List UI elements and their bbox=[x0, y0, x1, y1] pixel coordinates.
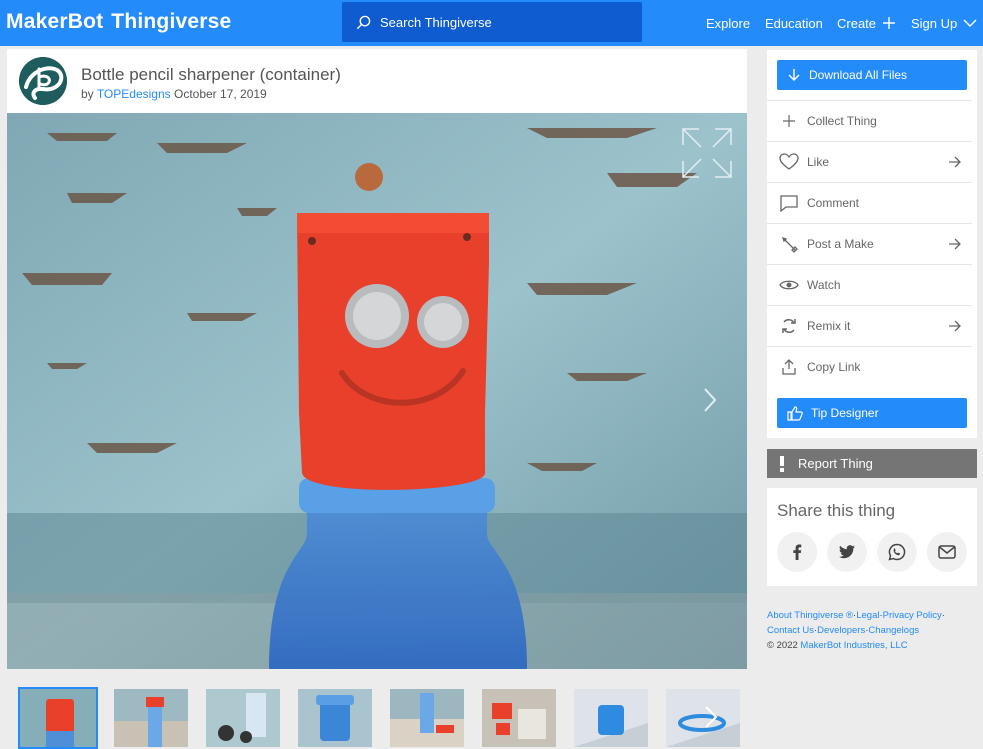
remix-icon bbox=[782, 319, 796, 333]
chevron-down-icon bbox=[963, 19, 977, 27]
nav-create[interactable]: Create bbox=[837, 0, 896, 46]
download-label: Download All Files bbox=[809, 68, 908, 82]
plus-icon bbox=[783, 115, 795, 127]
share-panel: Share this thing bbox=[767, 488, 977, 586]
footer-line-2: Contact Us·Developers·Changelogs bbox=[767, 625, 920, 636]
by-label: by bbox=[81, 87, 94, 101]
makerbot-thingiverse-logo[interactable]: MakerBot Thingiverse bbox=[6, 8, 231, 36]
designer-logo-icon bbox=[19, 57, 67, 105]
report-thing-button[interactable]: Report Thing bbox=[767, 449, 977, 478]
next-image-icon[interactable] bbox=[703, 387, 717, 413]
search-icon bbox=[356, 15, 371, 29]
share-facebook-button[interactable] bbox=[777, 532, 817, 572]
thumbnail-2[interactable] bbox=[114, 689, 188, 747]
thumbnail-6[interactable] bbox=[482, 689, 556, 747]
remix-button[interactable]: Remix it bbox=[767, 305, 972, 346]
make-tool-icon bbox=[781, 236, 798, 253]
thumbnail-3[interactable] bbox=[206, 689, 280, 747]
search-input[interactable]: Search Thingiverse bbox=[342, 2, 642, 42]
publish-date: October 17, 2019 bbox=[173, 87, 267, 101]
comment-icon bbox=[780, 195, 798, 212]
report-label: Report Thing bbox=[798, 456, 873, 471]
heart-icon bbox=[779, 153, 799, 170]
copy-link-label: Copy Link bbox=[807, 360, 861, 374]
plus-icon bbox=[883, 17, 896, 29]
thumbnail-8[interactable] bbox=[666, 689, 740, 747]
comment-label: Comment bbox=[807, 196, 860, 210]
tip-designer-button[interactable]: Tip Designer bbox=[777, 398, 967, 428]
share-whatsapp-button[interactable] bbox=[877, 532, 917, 572]
nav-create-label: Create bbox=[837, 15, 877, 31]
logo-makerbot-text: MakerBot bbox=[6, 10, 104, 33]
facebook-icon bbox=[793, 544, 802, 560]
nav-signup[interactable]: Sign Up bbox=[911, 0, 977, 46]
share-email-button[interactable] bbox=[927, 532, 967, 572]
copy-link-button[interactable]: Copy Link bbox=[767, 346, 972, 387]
thing-header: Bottle pencil sharpener (container) by T… bbox=[7, 49, 747, 113]
footer-developers-link[interactable]: Developers bbox=[817, 625, 865, 636]
footer-copyright: © 2022 bbox=[767, 640, 798, 651]
arrow-right-icon bbox=[949, 238, 961, 250]
watch-button[interactable]: Watch bbox=[767, 264, 972, 305]
download-all-files-button[interactable]: Download All Files bbox=[777, 60, 967, 90]
thing-actions-panel: Download All Files Collect Thing Like Co… bbox=[767, 50, 977, 438]
footer-line-3: © 2022 MakerBot Industries, LLC bbox=[767, 638, 977, 653]
thumbnail-4[interactable] bbox=[298, 689, 372, 747]
collect-label: Collect Thing bbox=[807, 114, 877, 128]
share-twitter-button[interactable] bbox=[827, 532, 867, 572]
thumbnail-7[interactable] bbox=[574, 689, 648, 747]
nav-signup-label: Sign Up bbox=[911, 15, 958, 31]
hero-photo bbox=[7, 113, 747, 669]
footer-legal-link[interactable]: Legal bbox=[856, 610, 879, 621]
thumbnail-1[interactable] bbox=[18, 687, 98, 749]
share-upload-icon bbox=[782, 359, 796, 375]
thumbnail-5[interactable] bbox=[390, 689, 464, 747]
nav-education-label: Education bbox=[765, 15, 823, 31]
like-label: Like bbox=[807, 155, 830, 169]
collect-thing-button[interactable]: Collect Thing bbox=[767, 100, 972, 141]
like-button[interactable]: Like bbox=[767, 141, 972, 182]
thumbnail-strip bbox=[18, 687, 747, 749]
footer-company-link[interactable]: MakerBot Industries, LLC bbox=[800, 640, 907, 651]
fullscreen-icon[interactable] bbox=[681, 127, 733, 179]
top-navigation-bar: MakerBot Thingiverse Search Thingiverse … bbox=[0, 0, 983, 46]
eye-icon bbox=[779, 280, 799, 290]
whatsapp-icon bbox=[888, 543, 906, 561]
search-placeholder: Search Thingiverse bbox=[380, 14, 492, 30]
footer-contact-link[interactable]: Contact Us bbox=[767, 625, 814, 636]
share-title: Share this thing bbox=[777, 501, 896, 520]
remix-label: Remix it bbox=[807, 319, 851, 333]
post-make-label: Post a Make bbox=[807, 237, 874, 251]
twitter-icon bbox=[839, 545, 855, 559]
arrow-right-icon bbox=[949, 156, 961, 168]
thing-meta: by TOPEdesigns October 17, 2019 bbox=[81, 87, 267, 101]
watch-label: Watch bbox=[807, 278, 841, 292]
footer-privacy-link[interactable]: Privacy Policy bbox=[883, 610, 942, 621]
site-footer: About Thingiverse ®·Legal·Privacy Policy… bbox=[767, 608, 977, 653]
logo-thingiverse-text: Thingiverse bbox=[111, 10, 232, 33]
thumbs-up-icon bbox=[787, 405, 803, 421]
footer-about-link[interactable]: About Thingiverse ® bbox=[767, 610, 853, 621]
nav-education[interactable]: Education bbox=[765, 0, 823, 46]
thing-title: Bottle pencil sharpener (container) bbox=[81, 65, 341, 84]
author-link[interactable]: TOPEdesigns bbox=[97, 87, 171, 101]
designer-avatar[interactable] bbox=[19, 57, 67, 105]
nav-explore[interactable]: Explore bbox=[706, 0, 750, 46]
comment-button[interactable]: Comment bbox=[767, 182, 972, 223]
download-arrow-icon bbox=[788, 69, 800, 81]
email-icon bbox=[938, 545, 956, 559]
alert-icon bbox=[780, 455, 784, 472]
footer-line-1: About Thingiverse ®·Legal·Privacy Policy… bbox=[767, 610, 945, 621]
arrow-right-icon bbox=[949, 320, 961, 332]
main-thing-image[interactable] bbox=[7, 113, 747, 669]
tip-designer-label: Tip Designer bbox=[811, 406, 879, 420]
post-a-make-button[interactable]: Post a Make bbox=[767, 223, 972, 264]
nav-explore-label: Explore bbox=[706, 15, 751, 31]
footer-changelogs-link[interactable]: Changelogs bbox=[868, 625, 919, 636]
